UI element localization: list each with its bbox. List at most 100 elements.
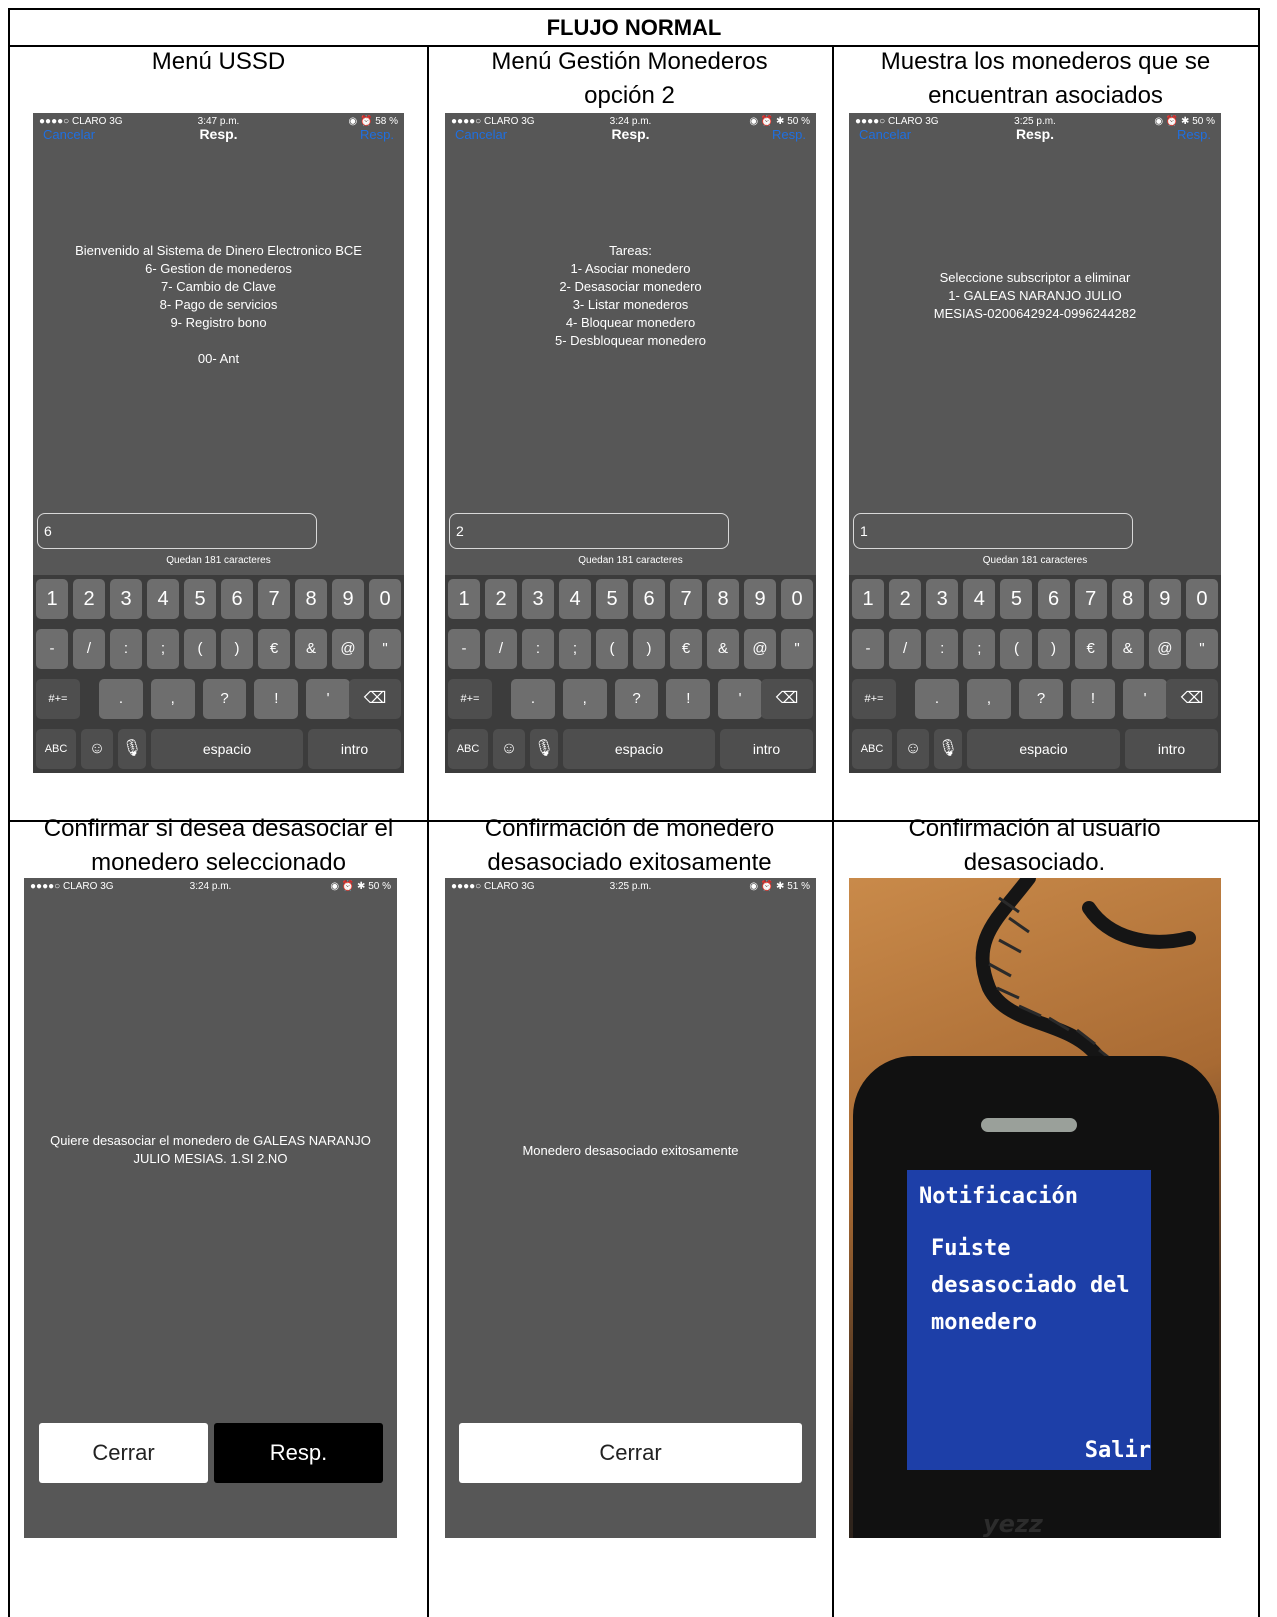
key-7[interactable]: 7: [1074, 579, 1107, 619]
key-2[interactable]: 2: [889, 579, 922, 619]
key-symbol[interactable]: ;: [559, 629, 591, 669]
key-4[interactable]: 4: [147, 579, 179, 619]
backspace-key[interactable]: ⌫: [761, 679, 813, 719]
key-punctuation[interactable]: ?: [614, 679, 659, 719]
emoji-icon[interactable]: ☺: [81, 729, 113, 769]
key-6[interactable]: 6: [221, 579, 253, 619]
key-symbol[interactable]: &: [1111, 629, 1144, 669]
key-symbol[interactable]: (: [1000, 629, 1033, 669]
reply-input[interactable]: 6: [37, 513, 317, 549]
key-4[interactable]: 4: [559, 579, 591, 619]
key-5[interactable]: 5: [184, 579, 216, 619]
key-6[interactable]: 6: [1037, 579, 1070, 619]
close-button[interactable]: Cerrar: [39, 1423, 208, 1483]
key-symbol[interactable]: -: [36, 629, 68, 669]
backspace-key[interactable]: ⌫: [349, 679, 401, 719]
microphone-icon[interactable]: 🎙: [118, 729, 146, 769]
key-abc[interactable]: ABC: [36, 729, 76, 769]
space-key[interactable]: espacio: [563, 729, 715, 769]
reply-button[interactable]: Resp.: [214, 1423, 383, 1483]
key-punctuation[interactable]: !: [666, 679, 711, 719]
space-key[interactable]: espacio: [967, 729, 1120, 769]
key-3[interactable]: 3: [110, 579, 142, 619]
key-symbol[interactable]: (: [596, 629, 628, 669]
microphone-icon[interactable]: 🎙: [530, 729, 558, 769]
key-symbol[interactable]: ): [1037, 629, 1070, 669]
key-symbol[interactable]: @: [1148, 629, 1181, 669]
key-symbol[interactable]: :: [110, 629, 142, 669]
key-9[interactable]: 9: [332, 579, 364, 619]
key-punctuation[interactable]: ': [1123, 679, 1167, 719]
key-punctuation[interactable]: .: [99, 679, 143, 719]
key-1[interactable]: 1: [448, 579, 480, 619]
backspace-key[interactable]: ⌫: [1166, 679, 1218, 719]
softkey-exit[interactable]: Salir: [1085, 1438, 1151, 1463]
key-punctuation[interactable]: ,: [967, 679, 1011, 719]
key-1[interactable]: 1: [852, 579, 885, 619]
key-more-symbols[interactable]: #+=: [36, 679, 80, 719]
key-punctuation[interactable]: .: [915, 679, 959, 719]
key-symbol[interactable]: /: [485, 629, 517, 669]
key-4[interactable]: 4: [963, 579, 996, 619]
key-symbol[interactable]: (: [184, 629, 216, 669]
key-symbol[interactable]: &: [295, 629, 327, 669]
reply-link[interactable]: Resp.: [772, 127, 806, 142]
key-symbol[interactable]: -: [852, 629, 885, 669]
key-punctuation[interactable]: ,: [150, 679, 195, 719]
key-2[interactable]: 2: [485, 579, 517, 619]
key-abc[interactable]: ABC: [448, 729, 488, 769]
key-punctuation[interactable]: .: [511, 679, 555, 719]
key-7[interactable]: 7: [670, 579, 702, 619]
microphone-icon[interactable]: 🎙: [934, 729, 962, 769]
key-punctuation[interactable]: ?: [202, 679, 247, 719]
key-symbol[interactable]: ;: [147, 629, 179, 669]
key-6[interactable]: 6: [633, 579, 665, 619]
space-key[interactable]: espacio: [151, 729, 303, 769]
key-symbol[interactable]: ): [221, 629, 253, 669]
key-3[interactable]: 3: [926, 579, 959, 619]
key-symbol[interactable]: :: [522, 629, 554, 669]
close-button[interactable]: Cerrar: [459, 1423, 802, 1483]
key-symbol[interactable]: @: [744, 629, 776, 669]
key-0[interactable]: 0: [781, 579, 813, 619]
key-symbol[interactable]: @: [332, 629, 364, 669]
key-9[interactable]: 9: [744, 579, 776, 619]
key-abc[interactable]: ABC: [852, 729, 892, 769]
reply-input[interactable]: 1: [853, 513, 1133, 549]
key-5[interactable]: 5: [1000, 579, 1033, 619]
key-punctuation[interactable]: !: [254, 679, 299, 719]
key-more-symbols[interactable]: #+=: [852, 679, 896, 719]
key-symbol[interactable]: &: [707, 629, 739, 669]
key-symbol[interactable]: -: [448, 629, 480, 669]
key-punctuation[interactable]: ': [718, 679, 762, 719]
key-symbol[interactable]: ): [633, 629, 665, 669]
return-key[interactable]: intro: [308, 729, 401, 769]
key-7[interactable]: 7: [258, 579, 290, 619]
key-symbol[interactable]: ": [781, 629, 813, 669]
key-punctuation[interactable]: !: [1071, 679, 1115, 719]
key-symbol[interactable]: €: [258, 629, 290, 669]
key-1[interactable]: 1: [36, 579, 68, 619]
key-3[interactable]: 3: [522, 579, 554, 619]
key-more-symbols[interactable]: #+=: [448, 679, 492, 719]
key-9[interactable]: 9: [1148, 579, 1181, 619]
key-2[interactable]: 2: [73, 579, 105, 619]
key-symbol[interactable]: €: [1074, 629, 1107, 669]
return-key[interactable]: intro: [1125, 729, 1218, 769]
key-0[interactable]: 0: [369, 579, 401, 619]
emoji-icon[interactable]: ☺: [897, 729, 929, 769]
emoji-icon[interactable]: ☺: [493, 729, 525, 769]
key-symbol[interactable]: €: [670, 629, 702, 669]
key-symbol[interactable]: /: [73, 629, 105, 669]
key-symbol[interactable]: :: [926, 629, 959, 669]
reply-input[interactable]: 2: [449, 513, 729, 549]
key-symbol[interactable]: ": [369, 629, 401, 669]
reply-link[interactable]: Resp.: [1177, 127, 1211, 142]
key-0[interactable]: 0: [1185, 579, 1218, 619]
key-symbol[interactable]: ": [1185, 629, 1218, 669]
key-8[interactable]: 8: [1111, 579, 1144, 619]
key-punctuation[interactable]: ?: [1019, 679, 1063, 719]
key-symbol[interactable]: ;: [963, 629, 996, 669]
key-symbol[interactable]: /: [889, 629, 922, 669]
key-punctuation[interactable]: ': [306, 679, 350, 719]
